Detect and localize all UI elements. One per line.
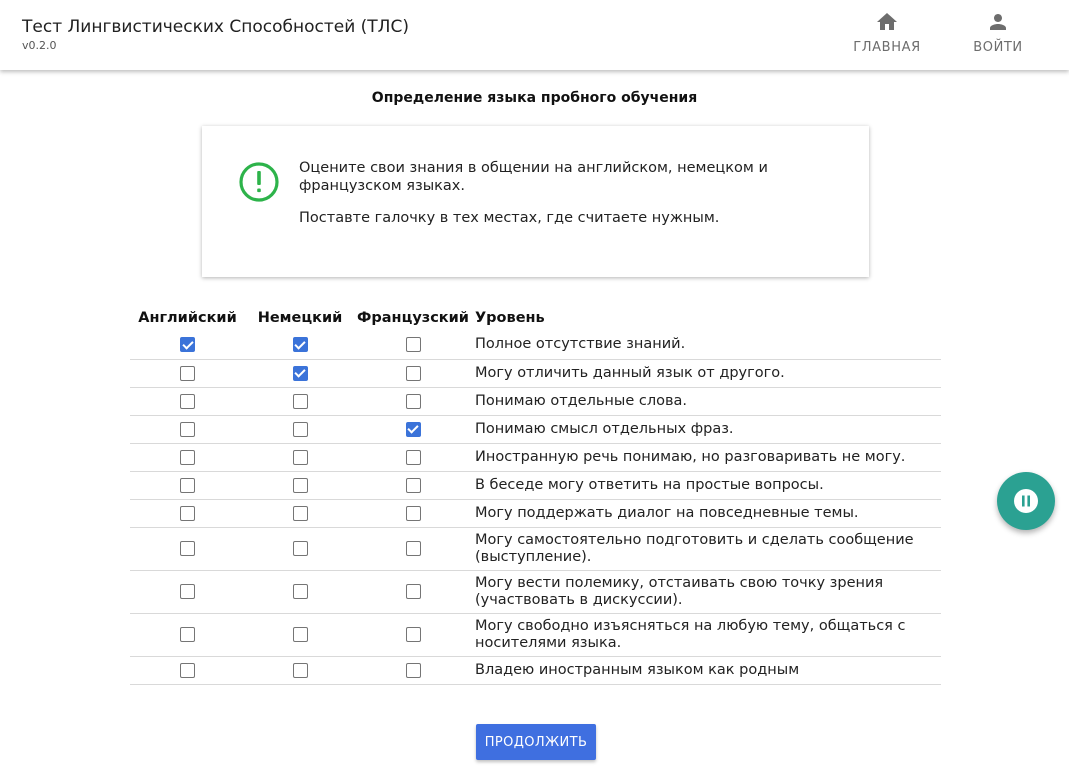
- table-row: Владею иностранным языком как родным: [130, 656, 941, 685]
- level-label: Понимаю смысл отдельных фраз.: [471, 415, 941, 444]
- checkbox-french[interactable]: [405, 421, 421, 437]
- exclamation-circle-icon: [239, 162, 279, 202]
- checkbox-french[interactable]: [405, 662, 421, 678]
- table-row: Иностранную речь понимаю, но разговарива…: [130, 443, 941, 472]
- checkbox-french[interactable]: [405, 541, 421, 556]
- level-label: Могу отличить данный язык от другого.: [471, 359, 941, 388]
- info-text: Оцените свои знания в общении на английс…: [299, 159, 819, 227]
- level-label: Могу самостоятельно подготовить и сделат…: [471, 527, 941, 571]
- table-row: Могу отличить данный язык от другого.: [130, 359, 941, 388]
- checkbox-english[interactable]: [180, 393, 195, 409]
- app-version: v0.2.0: [22, 39, 57, 52]
- header-french: Французский: [357, 310, 469, 326]
- nav-login-button[interactable]: ВОЙТИ: [948, 10, 1048, 62]
- checkbox-french[interactable]: [405, 505, 421, 521]
- checkbox-german[interactable]: [292, 541, 308, 556]
- continue-button[interactable]: ПРОДОЛЖИТЬ: [476, 724, 596, 760]
- checkbox-french[interactable]: [405, 584, 421, 599]
- nav-home-button[interactable]: ГЛАВНАЯ: [837, 10, 937, 62]
- info-line-2: Поставте галочку в тех местах, где счита…: [299, 210, 720, 226]
- info-line-1: Оцените свои знания в общении на английс…: [299, 160, 768, 194]
- checkbox-german[interactable]: [292, 662, 308, 678]
- checkbox-german[interactable]: [292, 449, 308, 465]
- table-row: Могу свободно изъясняться на любую тему,…: [130, 613, 941, 657]
- checkbox-english[interactable]: [180, 662, 195, 678]
- app-bar: Тест Лингвистических Способностей (ТЛС) …: [0, 0, 1069, 70]
- checkbox-english[interactable]: [180, 365, 195, 381]
- table-row: Понимаю отдельные слова.: [130, 387, 941, 416]
- checkbox-english[interactable]: [180, 627, 195, 642]
- table-row: Полное отсутствие знаний.: [130, 331, 941, 360]
- level-label: Понимаю отдельные слова.: [471, 387, 941, 416]
- checkbox-english[interactable]: [180, 337, 195, 353]
- level-label: Могу свободно изъясняться на любую тему,…: [471, 613, 941, 657]
- header-german: Немецкий: [257, 310, 343, 326]
- checkbox-french[interactable]: [405, 393, 421, 409]
- nav-home-label: ГЛАВНАЯ: [853, 40, 921, 55]
- level-label: Иностранную речь понимаю, но разговарива…: [471, 443, 941, 472]
- table-row: Могу самостоятельно подготовить и сделат…: [130, 527, 941, 571]
- checkbox-french[interactable]: [405, 477, 421, 493]
- checkbox-english[interactable]: [180, 541, 195, 556]
- table-row: В беседе могу ответить на простые вопрос…: [130, 471, 941, 500]
- checkbox-german[interactable]: [292, 477, 308, 493]
- header-level: Уровень: [475, 310, 545, 326]
- level-label: Могу поддержать диалог на повседневные т…: [471, 499, 941, 528]
- pause-icon: [1014, 489, 1038, 513]
- app-title: Тест Лингвистических Способностей (ТЛС): [22, 17, 409, 37]
- checkbox-german[interactable]: [292, 505, 308, 521]
- checkbox-french[interactable]: [405, 337, 421, 353]
- checkbox-french[interactable]: [405, 627, 421, 642]
- checkbox-english[interactable]: [180, 584, 195, 599]
- checkbox-german[interactable]: [292, 393, 308, 409]
- table-row: Могу поддержать диалог на повседневные т…: [130, 499, 941, 528]
- table-row: Могу вести полемику, отстаивать свою точ…: [130, 570, 941, 614]
- checkbox-english[interactable]: [180, 505, 195, 521]
- table-row: Понимаю смысл отдельных фраз.: [130, 415, 941, 444]
- page-heading: Определение языка пробного обучения: [371, 90, 698, 106]
- checkbox-english[interactable]: [180, 449, 195, 465]
- checkbox-german[interactable]: [292, 627, 308, 642]
- level-label: Владею иностранным языком как родным: [471, 656, 941, 685]
- level-label: Могу вести полемику, отстаивать свою точ…: [471, 570, 941, 614]
- language-level-table: Английский Немецкий Французский Уровень …: [130, 307, 941, 685]
- pause-button[interactable]: [997, 472, 1055, 530]
- checkbox-german[interactable]: [292, 584, 308, 599]
- checkbox-english[interactable]: [180, 477, 195, 493]
- person-icon: [990, 14, 1006, 30]
- level-label: В беседе могу ответить на простые вопрос…: [471, 471, 941, 500]
- header-english: Английский: [138, 310, 237, 326]
- nav-login-label: ВОЙТИ: [973, 40, 1023, 55]
- level-label: Полное отсутствие знаний.: [471, 331, 941, 360]
- home-icon: [877, 13, 897, 30]
- checkbox-english[interactable]: [180, 421, 195, 437]
- checkbox-german[interactable]: [292, 365, 308, 381]
- checkbox-german[interactable]: [292, 337, 308, 353]
- checkbox-german[interactable]: [292, 421, 308, 437]
- checkbox-french[interactable]: [405, 449, 421, 465]
- info-card: Оцените свои знания в общении на английс…: [202, 126, 869, 277]
- checkbox-french[interactable]: [405, 365, 421, 381]
